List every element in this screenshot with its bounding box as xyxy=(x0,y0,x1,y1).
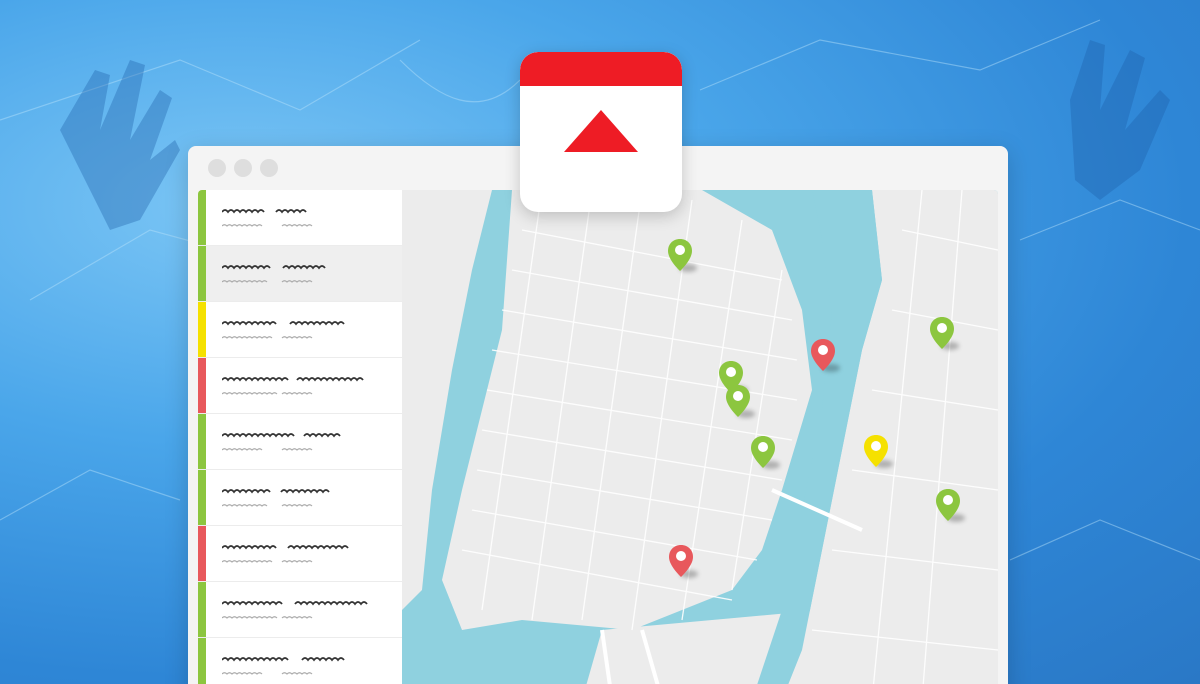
status-indicator xyxy=(198,246,206,301)
window-close-dot[interactable] xyxy=(208,159,226,177)
map-pin-icon xyxy=(726,385,750,417)
map-view[interactable] xyxy=(402,190,998,684)
list-item[interactable] xyxy=(198,638,402,684)
map-marker-yellow[interactable] xyxy=(863,434,893,472)
list-item[interactable] xyxy=(198,190,402,246)
list-item[interactable] xyxy=(198,358,402,414)
map-marker-green[interactable] xyxy=(929,316,959,354)
background xyxy=(0,0,1200,684)
status-indicator xyxy=(198,638,206,684)
status-indicator xyxy=(198,190,206,245)
list-item-scribble-text xyxy=(222,265,326,283)
list-item-scribble-text xyxy=(222,545,349,563)
map-pin-icon xyxy=(811,339,835,371)
window-content xyxy=(198,190,998,684)
status-indicator xyxy=(198,302,206,357)
list-item-scribble-text xyxy=(222,433,341,451)
map-pin-icon xyxy=(668,239,692,271)
map-marker-green[interactable] xyxy=(750,435,780,473)
map-marker-green[interactable] xyxy=(667,238,697,276)
status-indicator xyxy=(198,526,206,581)
map-land-manhattan xyxy=(442,190,812,630)
map-base xyxy=(402,190,998,684)
status-indicator xyxy=(198,358,206,413)
list-item-scribble-text xyxy=(222,321,345,339)
map-pin-icon xyxy=(669,545,693,577)
list-item-scribble-text xyxy=(222,489,330,507)
app-window xyxy=(188,146,1008,684)
status-indicator xyxy=(198,414,206,469)
list-item[interactable] xyxy=(198,470,402,526)
map-land-east xyxy=(788,190,998,684)
list-item[interactable] xyxy=(198,582,402,638)
list-item[interactable] xyxy=(198,302,402,358)
app-icon-header-band xyxy=(520,52,682,86)
map-marker-red[interactable] xyxy=(668,544,698,582)
window-minimize-dot[interactable] xyxy=(234,159,252,177)
map-pin-icon xyxy=(930,317,954,349)
list-item[interactable] xyxy=(198,414,402,470)
app-icon xyxy=(520,52,682,212)
map-pin-icon xyxy=(751,436,775,468)
map-marker-green[interactable] xyxy=(935,488,965,526)
map-pin-icon xyxy=(936,489,960,521)
status-indicator xyxy=(198,470,206,525)
map-marker-red[interactable] xyxy=(810,338,840,376)
list-item-scribble-text xyxy=(222,377,364,395)
map-pin-icon xyxy=(864,435,888,467)
list-item-scribble-text xyxy=(222,601,368,619)
window-maximize-dot[interactable] xyxy=(260,159,278,177)
status-indicator xyxy=(198,582,206,637)
warning-triangle-icon xyxy=(564,110,638,152)
location-list xyxy=(198,190,403,684)
list-item[interactable] xyxy=(198,246,402,302)
list-item[interactable] xyxy=(198,526,402,582)
list-item-scribble-text xyxy=(222,657,345,675)
list-item-scribble-text xyxy=(222,209,313,227)
map-marker-green[interactable] xyxy=(725,384,755,422)
